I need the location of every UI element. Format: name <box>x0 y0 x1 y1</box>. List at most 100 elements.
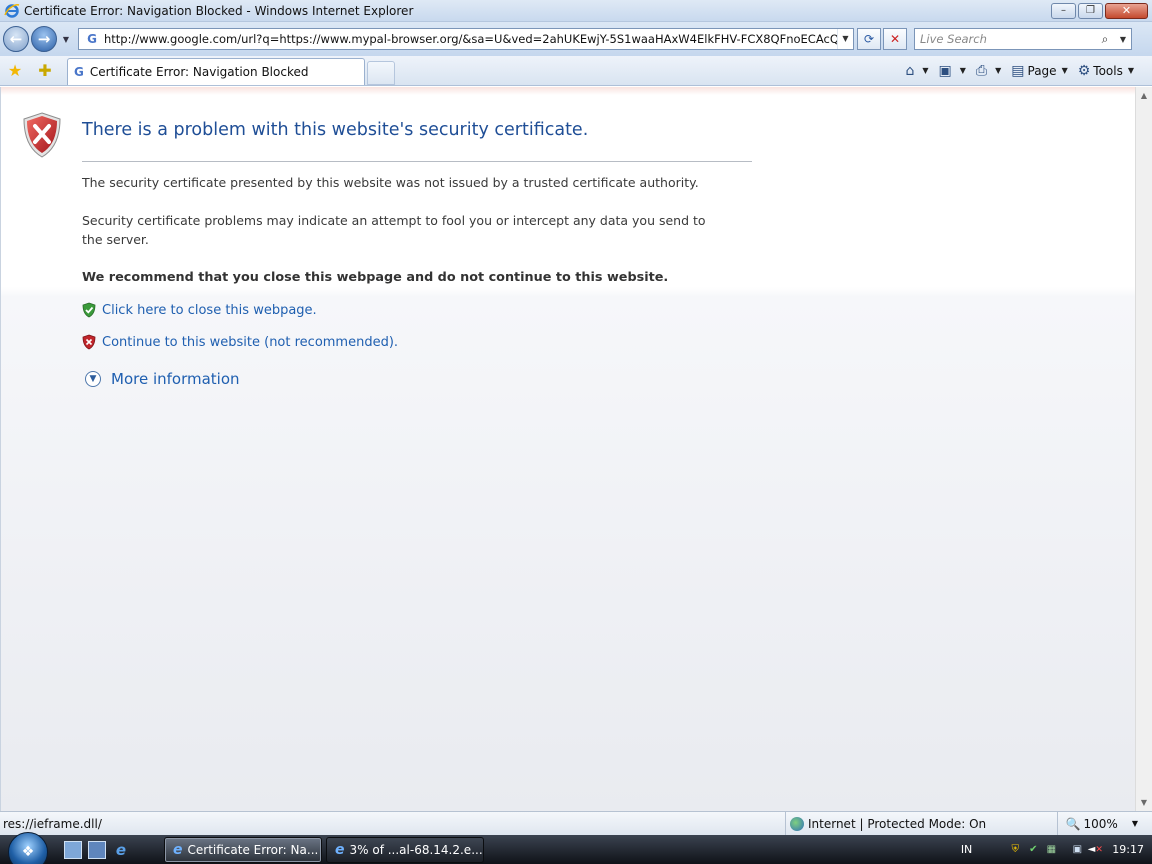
close-webpage-row: Click here to close this webpage. <box>82 302 317 318</box>
taskbar-button-label: 3% of ...al-68.14.2.e... <box>349 842 483 857</box>
maximize-button[interactable]: ❐ <box>1078 2 1103 19</box>
feeds-icon: ▣ <box>938 62 952 79</box>
certificate-warning: Security certificate problems may indica… <box>82 213 706 247</box>
chevron-down-icon[interactable]: ▼ <box>85 371 101 387</box>
continue-website-link[interactable]: Continue to this website (not recommende… <box>102 335 398 350</box>
taskbar: ❖ e e Certificate Error: Na... e 3% of .… <box>0 832 1152 864</box>
security-zone[interactable]: Internet | Protected Mode: On <box>785 811 987 836</box>
volume-muted-icon[interactable]: ◄ ✕ <box>1088 843 1103 857</box>
chevron-down-icon: ▼ <box>922 66 929 75</box>
shield-error-icon <box>23 112 61 158</box>
tab-certificate-error[interactable]: G Certificate Error: Navigation Blocked <box>67 58 365 85</box>
gear-icon: ⚙ <box>1077 62 1091 79</box>
forward-arrow-icon: → <box>37 30 51 48</box>
zoom-level: 100% <box>1083 816 1118 831</box>
stop-icon: ✕ <box>889 32 901 46</box>
clock[interactable]: 19:17 <box>1112 843 1144 856</box>
chevron-down-icon: ▼ <box>1061 66 1068 75</box>
taskbar-button-ie[interactable]: e Certificate Error: Na... <box>164 836 322 863</box>
taskbar-button-label: Certificate Error: Na... <box>187 842 319 857</box>
recent-pages-dropdown[interactable]: ▼ <box>60 35 72 44</box>
language-indicator[interactable]: IN <box>961 843 972 856</box>
navigation-bar: ← → ▼ G ▼ ⟳ ✕ ⌕ ▼ <box>0 22 1152 56</box>
add-favorites-icon[interactable]: ✚ <box>33 61 57 80</box>
scroll-down-icon[interactable]: ▼ <box>1136 794 1152 811</box>
back-button[interactable]: ← <box>3 26 29 52</box>
tools-menu-label: Tools <box>1093 63 1123 78</box>
print-button[interactable]: ⎙ ▼ <box>976 63 1001 79</box>
chevron-down-icon: ▼ <box>959 66 966 75</box>
system-tray: IN ⛨ ✔ ▦ ▣ ◄ ✕ 19:17 <box>961 835 1152 864</box>
minimize-icon: – <box>1061 4 1066 16</box>
continue-website-row: Continue to this website (not recommende… <box>82 334 398 350</box>
chevron-down-icon: ▼ <box>1131 819 1138 828</box>
chevron-down-icon: ▼ <box>995 66 1002 75</box>
home-button[interactable]: ⌂ ▼ <box>905 63 928 79</box>
stop-button[interactable]: ✕ <box>883 28 907 50</box>
close-webpage-link[interactable]: Click here to close this webpage. <box>102 303 317 318</box>
scroll-up-icon[interactable]: ▲ <box>1136 87 1152 104</box>
zoom-control[interactable]: 🔍 100% ▼ <box>1056 811 1138 836</box>
page-menu-label: Page <box>1027 63 1057 78</box>
new-tab-button[interactable] <box>367 61 395 85</box>
ie-logo-icon: e <box>335 841 345 858</box>
tab-label: Certificate Error: Navigation Blocked <box>89 65 309 79</box>
address-input[interactable] <box>104 32 837 46</box>
window-title: Certificate Error: Navigation Blocked - … <box>24 3 414 18</box>
search-icon[interactable]: ⌕ <box>1095 32 1115 47</box>
address-dropdown[interactable]: ▼ <box>837 29 853 49</box>
feeds-button[interactable]: ▣ ▼ <box>939 63 966 79</box>
ie-logo-icon: e <box>173 841 183 858</box>
tools-menu[interactable]: ⚙ Tools ▼ <box>1078 63 1134 79</box>
certificate-explanation: The security certificate presented by th… <box>82 175 699 190</box>
address-bar: G ▼ <box>78 28 854 50</box>
google-icon: G <box>87 32 97 46</box>
shield-check-icon <box>82 302 96 318</box>
security-shield-icon[interactable]: ⛨ <box>1008 843 1022 857</box>
network-icon[interactable]: ▣ <box>1070 843 1084 857</box>
forward-button[interactable]: → <box>31 26 57 52</box>
print-icon: ⎙ <box>975 62 988 79</box>
page-title: There is a problem with this website's s… <box>82 120 589 140</box>
command-bar: ★ ✚ G Certificate Error: Navigation Bloc… <box>0 56 1152 86</box>
back-arrow-icon: ← <box>9 30 23 48</box>
windows-orb-icon[interactable]: ❖ <box>8 832 48 864</box>
taskbar-button-download[interactable]: e 3% of ...al-68.14.2.e... <box>326 836 484 863</box>
tray-app-icon[interactable]: ▦ <box>1044 843 1058 857</box>
title-bar: Certificate Error: Navigation Blocked - … <box>0 0 1152 22</box>
ie-logo-icon <box>4 3 20 18</box>
search-options-dropdown[interactable]: ▼ <box>1115 35 1131 44</box>
search-box: ⌕ ▼ <box>914 28 1132 50</box>
search-input[interactable] <box>915 32 1095 46</box>
vertical-scrollbar[interactable]: ▲ ▼ <box>1135 87 1152 811</box>
shield-error-small-icon <box>82 334 96 350</box>
recommendation-text: We recommend that you close this webpage… <box>82 270 669 285</box>
more-information-link[interactable]: More information <box>111 370 240 388</box>
status-text: res://ieframe.dll/ <box>3 816 102 831</box>
page-content: There is a problem with this website's s… <box>0 87 1135 811</box>
divider <box>82 161 752 162</box>
chevron-down-icon: ▼ <box>1127 66 1134 75</box>
close-window-button[interactable]: ✕ <box>1105 2 1148 19</box>
command-tools: ⌂ ▼ ▣ ▼ ⎙ ▼ ▤ Page ▼ ⚙ Tools ▼ <box>895 63 1134 79</box>
page-menu[interactable]: ▤ Page ▼ <box>1011 63 1067 79</box>
zone-text: Internet | Protected Mode: On <box>808 816 987 831</box>
status-bar: res://ieframe.dll/ Internet | Protected … <box>0 811 1152 836</box>
maximize-icon: ❐ <box>1086 4 1095 16</box>
refresh-icon: ⟳ <box>863 32 875 46</box>
more-information-row[interactable]: ▼ More information <box>85 370 240 388</box>
home-icon: ⌂ <box>905 62 915 79</box>
globe-icon <box>790 816 804 831</box>
refresh-button[interactable]: ⟳ <box>857 28 881 50</box>
page-icon: ▤ <box>1011 62 1025 79</box>
show-desktop-icon[interactable] <box>64 840 82 859</box>
checkmark-icon[interactable]: ✔ <box>1026 843 1040 857</box>
content-top-glow <box>1 87 1135 95</box>
favorites-star-icon[interactable]: ★ <box>3 61 27 80</box>
close-icon: ✕ <box>1121 4 1132 17</box>
switch-windows-icon[interactable] <box>88 840 106 859</box>
google-icon: G <box>74 65 84 79</box>
zoom-icon: 🔍 <box>1065 816 1081 831</box>
minimize-button[interactable]: – <box>1051 2 1076 19</box>
ie-quicklaunch-icon[interactable]: e <box>112 841 130 859</box>
